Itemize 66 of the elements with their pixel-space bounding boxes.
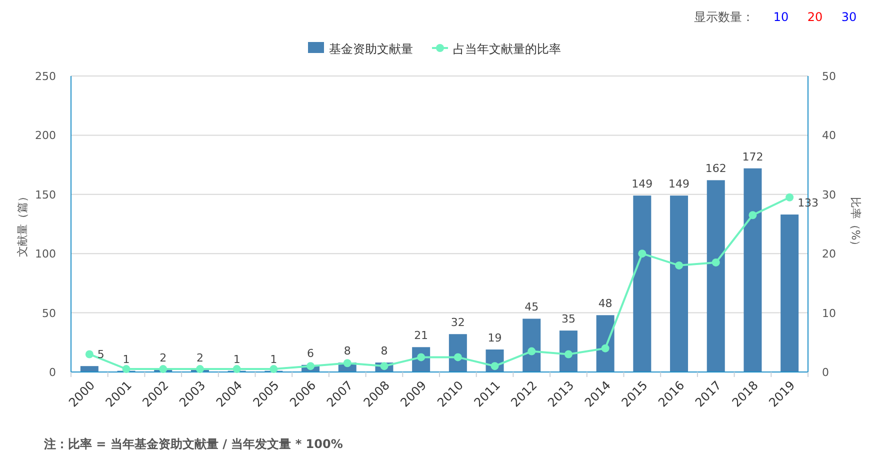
- data-label: 8: [380, 344, 388, 358]
- data-label: 2: [160, 352, 167, 365]
- data-label: 32: [450, 316, 465, 330]
- data-point: [786, 193, 794, 202]
- data-point: [159, 365, 168, 374]
- count-option[interactable]: 30: [832, 10, 866, 24]
- data-label: 149: [668, 178, 690, 191]
- data-label: 8: [344, 344, 351, 358]
- axis-tick-label: 200: [35, 129, 56, 142]
- bar: [522, 318, 541, 372]
- axis-tick-label: 100: [35, 248, 56, 261]
- axis-tick-label: 40: [822, 129, 836, 142]
- data-point: [122, 365, 130, 374]
- data-point: [638, 250, 646, 258]
- axis-tick-label: 50: [822, 70, 836, 83]
- legend-label[interactable]: 占当年文献量的比率: [453, 42, 561, 56]
- bar: [80, 366, 98, 372]
- count-option[interactable]: 20: [798, 10, 832, 24]
- data-point: [675, 261, 684, 270]
- axis-tick-label: 150: [35, 188, 56, 202]
- data-point: [343, 359, 352, 368]
- data-label: 1: [122, 352, 130, 366]
- data-label: 162: [705, 162, 726, 176]
- display-count-label: 显示数量：: [694, 8, 754, 26]
- axis-tick-label: 250: [35, 70, 56, 83]
- data-label: 5: [97, 348, 104, 362]
- data-point: [712, 258, 720, 266]
- data-point: [380, 362, 388, 370]
- data-point: [564, 350, 572, 358]
- data-point: [528, 347, 536, 356]
- data-point: [270, 365, 278, 374]
- axis-title: 文献量（篇）: [16, 191, 29, 257]
- axis-tick-label: 30: [822, 188, 836, 202]
- data-point: [232, 365, 241, 374]
- data-label: 48: [598, 297, 612, 310]
- data-point: [85, 350, 94, 358]
- bar: [448, 334, 467, 372]
- data-point: [601, 344, 610, 352]
- data-label: 1: [270, 352, 278, 366]
- axis-tick-label: 20: [822, 248, 836, 261]
- data-point: [490, 362, 499, 370]
- legend-line-icon: [432, 44, 448, 52]
- axis-title: 比率（%）: [849, 196, 862, 252]
- legend-label[interactable]: 基金资助文献量: [329, 42, 413, 56]
- data-label: 172: [742, 150, 764, 164]
- data-label: 2: [196, 352, 204, 365]
- data-label: 6: [307, 346, 314, 360]
- axis-tick-label: 0: [49, 366, 56, 379]
- axis-tick-label: 50: [42, 306, 56, 320]
- bar: [596, 315, 614, 372]
- data-point: [306, 362, 315, 370]
- data-label: 21: [414, 329, 428, 342]
- data-label: 19: [488, 332, 502, 344]
- data-label: 1: [233, 352, 240, 366]
- count-option[interactable]: 10: [764, 10, 798, 24]
- axis-tick-label: 10: [822, 306, 836, 320]
- axis-tick-label: 0: [822, 366, 829, 379]
- legend-bar-icon: [308, 42, 324, 53]
- data-point: [417, 353, 426, 362]
- data-point: [196, 365, 204, 374]
- data-point: [748, 211, 757, 220]
- footnote: 注：比率 = 当年基金资助文献量 / 当年发文量 * 100%: [43, 436, 344, 453]
- data-label: 45: [524, 300, 539, 314]
- data-label: 35: [561, 312, 576, 326]
- data-label: 149: [632, 178, 653, 191]
- data-point: [454, 353, 462, 362]
